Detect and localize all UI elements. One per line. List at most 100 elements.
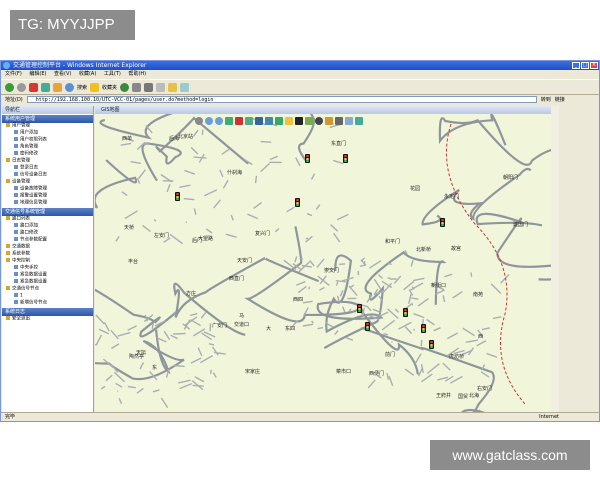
vertical-scrollbar[interactable] [551, 106, 559, 412]
sidebar-section-1[interactable]: 交通信号系统管理 [2, 208, 93, 216]
minimize-button[interactable]: _ [572, 62, 580, 69]
menu-tools[interactable]: 工具(T) [104, 71, 121, 77]
sidebar-item[interactable]: 密码修改 [4, 151, 93, 158]
select-icon[interactable] [245, 117, 253, 125]
sidebar-item[interactable]: 紧急数据设置 [4, 279, 93, 286]
menu-edit[interactable]: 编辑(E) [29, 71, 46, 77]
traffic-light-marker[interactable] [429, 340, 434, 349]
vms-icon[interactable] [325, 117, 333, 125]
pencil-icon[interactable] [285, 117, 293, 125]
ie-icon [3, 62, 10, 69]
sidebar-item[interactable]: 交通信号节点 [4, 286, 93, 293]
map-label: 新街口 [431, 283, 447, 289]
traffic-light-marker[interactable] [403, 308, 408, 317]
sidebar-item[interactable]: 节点参数配置 [4, 237, 93, 244]
address-input[interactable]: http://192.168.100.10/UTC-VCC-01/pages/u… [26, 95, 537, 103]
sidebar-tree: 路口列表 路口添加 路口修改 节点参数配置 交通数据 系统参数 中央控制 中央手控 紧急数据设置… [2, 216, 93, 307]
favorites-button[interactable]: 收藏夹 [102, 84, 117, 91]
zoom-in-icon[interactable] [205, 117, 213, 125]
sidebar-item-label: 新增信号节点 [20, 300, 47, 306]
forward-icon[interactable] [17, 82, 26, 92]
sidebar-item[interactable]: 新增信号节点 [4, 300, 93, 307]
page-icon [14, 193, 18, 197]
messenger-icon[interactable] [180, 82, 190, 92]
go-button[interactable]: 转到 [541, 96, 551, 103]
mail-icon[interactable] [132, 82, 142, 92]
sidebar-item[interactable]: 中央手控 [4, 265, 93, 272]
map-roads [95, 114, 551, 412]
menu-help[interactable]: 帮助(H) [128, 71, 146, 77]
sidebar-item[interactable]: 路口修改 [4, 230, 93, 237]
sidebar-section-2[interactable]: 系统日志 [2, 308, 93, 316]
traffic-light-marker[interactable] [357, 304, 362, 313]
sidebar-item[interactable]: 信号设备日志 [4, 172, 93, 179]
edit-icon[interactable] [156, 82, 166, 92]
print-icon[interactable] [144, 82, 154, 92]
camera-icon[interactable] [305, 117, 313, 125]
menu-file[interactable]: 文件(F) [5, 71, 22, 77]
stop-icon[interactable] [29, 82, 38, 92]
sidebar-item[interactable]: 用户管理 [4, 123, 93, 130]
measure-icon[interactable] [235, 117, 243, 125]
sidebar-section-0[interactable]: 系统用户管理 [2, 115, 93, 123]
traffic-light-marker[interactable] [295, 198, 300, 207]
sidebar-item[interactable]: 用户添加 [4, 130, 93, 137]
sidebar-item[interactable]: 路口添加 [4, 223, 93, 230]
sidebar-item[interactable]: 报警设置管理 [4, 193, 93, 200]
sidebar-item[interactable]: 1 [4, 293, 93, 300]
sidebar-item[interactable]: 中央控制 [4, 258, 93, 265]
browser-window: 交通管理控制平台 - Windows Internet Explorer _ □… [0, 60, 600, 422]
folder-icon[interactable] [168, 82, 178, 92]
sidebar-item[interactable]: 角色管理 [4, 144, 93, 151]
traffic-light-marker[interactable] [365, 322, 370, 331]
pan-icon[interactable] [195, 117, 203, 125]
sidebar-item[interactable]: 登录日志 [4, 165, 93, 172]
maximize-button[interactable]: □ [581, 62, 589, 69]
status-text: 完毕 [5, 414, 16, 420]
sidebar-item[interactable]: 紧急数据设置 [4, 272, 93, 279]
map-label: 大 [266, 326, 272, 332]
search-button[interactable]: 搜索 [77, 84, 87, 91]
cloud-icon[interactable] [345, 117, 353, 125]
sidebar-item-label: 路口修改 [20, 230, 38, 236]
search-icon[interactable] [65, 82, 74, 92]
map-label: 陶然亭 [129, 354, 145, 360]
traffic-light-marker[interactable] [343, 154, 348, 163]
page-icon [14, 165, 18, 169]
sidebar-item[interactable]: 系统参数 [4, 251, 93, 258]
folder-icon [6, 244, 10, 248]
binocular-icon[interactable] [255, 117, 263, 125]
favorites-icon[interactable] [90, 82, 100, 92]
zoom-out-icon[interactable] [215, 117, 223, 125]
refresh-icon[interactable] [41, 82, 50, 92]
home-icon[interactable] [53, 82, 62, 92]
network-icon[interactable] [355, 117, 363, 125]
gis-map[interactable]: 西四 后门 后海 新街口 北海 什刹海 东四 西直门 交道口 北新桥 故宫 东直门 西单 王府井 天安门 前门… [95, 114, 551, 412]
links-label[interactable]: 链接 [555, 96, 565, 103]
sidebar-item[interactable]: 路口列表 [4, 216, 93, 223]
sidebar: 导航栏 系统用户管理 用户管理 用户添加 用户权限列表 角色管理 密码修改 日志管理 登录日志… [2, 106, 94, 412]
traffic-light-icon[interactable] [295, 117, 303, 125]
layer-icon[interactable] [275, 117, 283, 125]
antenna-icon[interactable] [335, 117, 343, 125]
sidebar-item[interactable]: 设备管理 [4, 179, 93, 186]
traffic-light-marker[interactable] [421, 324, 426, 333]
menu-favorites[interactable]: 收藏(A) [79, 71, 96, 77]
full-extent-icon[interactable] [225, 117, 233, 125]
sidebar-item[interactable]: 安全退出 [4, 316, 93, 323]
traffic-light-marker[interactable] [305, 154, 310, 163]
menu-view[interactable]: 查看(V) [54, 71, 71, 77]
back-icon[interactable] [5, 82, 14, 92]
sidebar-item[interactable]: 设备故障管理 [4, 186, 93, 193]
sidebar-item[interactable]: 交通数据 [4, 244, 93, 251]
sidebar-item[interactable]: 用户权限列表 [4, 137, 93, 144]
sidebar-item[interactable]: 地理信息管理 [4, 200, 93, 207]
sidebar-item-label: 角色管理 [20, 144, 38, 150]
traffic-light-marker[interactable] [440, 218, 445, 227]
sidebar-item[interactable]: 日志管理 [4, 158, 93, 165]
identify-icon[interactable] [265, 117, 273, 125]
traffic-light-marker[interactable] [175, 192, 180, 201]
close-button[interactable]: × [590, 62, 598, 69]
history-icon[interactable] [120, 82, 130, 92]
detector-icon[interactable] [315, 117, 323, 125]
